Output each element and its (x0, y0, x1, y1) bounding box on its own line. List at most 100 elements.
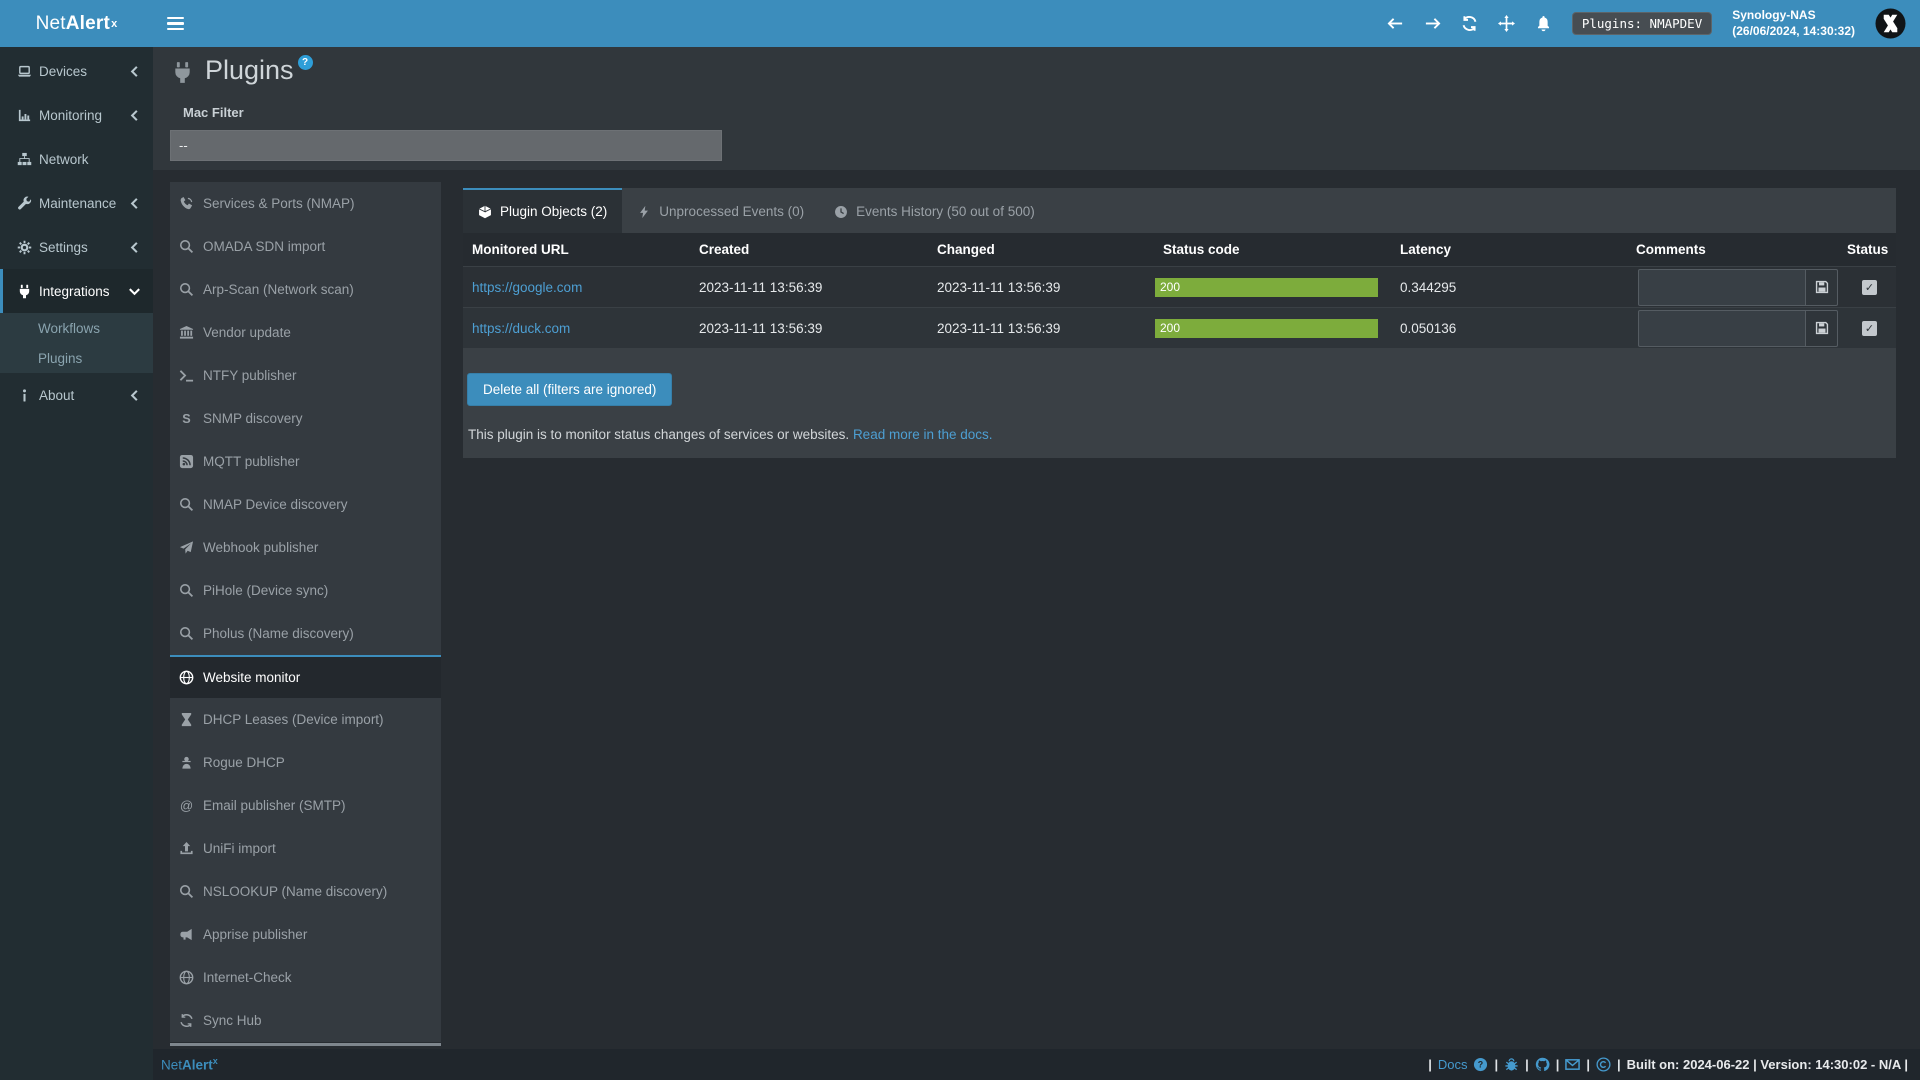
changed-cell: 2023-11-11 13:56:39 (928, 321, 1154, 336)
sidebar-subitem-plugins[interactable]: Plugins (0, 343, 153, 373)
plugin-list-item-mqtt-publisher[interactable]: MQTT publisher (170, 440, 441, 483)
build-info: Built on: 2024-06-22 | Version: 14:30:02… (1627, 1057, 1908, 1072)
user-avatar[interactable] (1875, 8, 1906, 39)
at-icon: @ (178, 798, 195, 813)
help-badge[interactable]: ? (298, 55, 313, 70)
plugin-list-item-webhook-publisher[interactable]: Webhook publisher (170, 526, 441, 569)
delete-all-button[interactable]: Delete all (filters are ignored) (467, 373, 672, 406)
plugin-list-item-nslookup-name-discovery[interactable]: NSLOOKUP (Name discovery) (170, 870, 441, 913)
status-checkbox[interactable]: ✓ (1862, 321, 1877, 336)
plugin-list-item-vendor-update[interactable]: Vendor update (170, 311, 441, 354)
logo-text: Net (36, 13, 66, 35)
copyright-icon[interactable] (1596, 1057, 1611, 1072)
github-icon[interactable] (1535, 1057, 1550, 1072)
save-comment-button[interactable] (1806, 310, 1838, 347)
envelope-icon[interactable] (1565, 1057, 1580, 1072)
plugin-item-label: UniFi import (203, 841, 276, 856)
search-icon (178, 239, 195, 254)
sidebar-item-integrations[interactable]: Integrations (0, 269, 153, 313)
plugin-list-item-website-monitor[interactable]: Website monitor (170, 655, 441, 698)
sidebar-item-network[interactable]: Network (0, 137, 153, 181)
globe-icon (178, 670, 195, 685)
plugin-list-scrollbar[interactable] (170, 1043, 441, 1046)
column-header-status: Status (1838, 242, 1896, 257)
running-plugin-badge[interactable]: Plugins: NMAPDEV (1572, 12, 1712, 35)
app-logo[interactable]: NetAlertx (0, 0, 153, 47)
chevron-left-icon (124, 108, 144, 123)
plugin-list-item-ntfy-publisher[interactable]: NTFY publisher (170, 354, 441, 397)
plugin-list-item-internet-check[interactable]: Internet-Check (170, 956, 441, 999)
latency-cell: 0.050136 (1391, 321, 1627, 336)
search-icon (178, 884, 195, 899)
plugin-list-item-pihole-device-sync[interactable]: PiHole (Device sync) (170, 569, 441, 612)
plugin-list-item-nmap-device-discovery[interactable]: NMAP Device discovery (170, 483, 441, 526)
top-navbar: NetAlertx Plugins: NMAPDEV Synology-NAS … (0, 0, 1920, 47)
status-code-cell: 200 (1154, 278, 1391, 297)
search-icon (178, 497, 195, 512)
plugin-item-label: MQTT publisher (203, 454, 300, 469)
plugin-list-item-sync-hub[interactable]: Sync Hub (170, 999, 441, 1042)
footer-docs-link[interactable]: Docs (1438, 1057, 1468, 1072)
sidebar-toggle-button[interactable] (153, 0, 197, 47)
monitored-url-link[interactable]: https://google.com (472, 280, 582, 295)
notifications-bell-icon[interactable] (1535, 15, 1552, 32)
footer-brand[interactable]: NetAlertx (161, 1056, 218, 1073)
changed-cell: 2023-11-11 13:56:39 (928, 280, 1154, 295)
sidebar-item-maintenance[interactable]: Maintenance (0, 181, 153, 225)
gear-icon (14, 240, 34, 255)
comment-input[interactable] (1638, 310, 1806, 347)
comment-input[interactable] (1638, 269, 1806, 306)
paper-plane-icon (178, 540, 195, 555)
sidebar-item-settings[interactable]: Settings (0, 225, 153, 269)
status-checkbox[interactable]: ✓ (1862, 280, 1877, 295)
search-icon (178, 583, 195, 598)
plugin-list-item-unifi-import[interactable]: UniFi import (170, 827, 441, 870)
plugin-list-item-arp-scan-network-scan[interactable]: Arp-Scan (Network scan) (170, 268, 441, 311)
sidebar-item-about[interactable]: About (0, 373, 153, 417)
sidebar-item-label: Devices (39, 64, 124, 79)
plugin-list-item-rogue-dhcp[interactable]: Rogue DHCP (170, 741, 441, 784)
column-header-status-code: Status code (1154, 242, 1391, 257)
phone-volume-icon (178, 196, 195, 211)
host-name: Synology-NAS (1732, 8, 1855, 24)
tab-unprocessed-events-0[interactable]: Unprocessed Events (0) (622, 188, 819, 233)
upload-icon (178, 841, 195, 856)
plugin-item-label: Website monitor (203, 670, 300, 685)
status-cell: ✓ (1838, 280, 1896, 295)
save-comment-button[interactable] (1806, 269, 1838, 306)
table-row: https://duck.com2023-11-11 13:56:392023-… (463, 307, 1896, 348)
mac-filter-input[interactable] (170, 130, 722, 161)
tab-events-history-50-out-of-500[interactable]: Events History (50 out of 500) (819, 188, 1050, 233)
plugin-list-item-snmp-discovery[interactable]: SSNMP discovery (170, 397, 441, 440)
sidebar-item-devices[interactable]: Devices (0, 49, 153, 93)
hourglass-icon (178, 712, 195, 727)
plugin-item-label: Webhook publisher (203, 540, 318, 555)
fullscreen-icon[interactable] (1498, 15, 1515, 32)
plugin-list-item-email-publisher-smtp[interactable]: @Email publisher (SMTP) (170, 784, 441, 827)
plugin-item-label: Internet-Check (203, 970, 292, 985)
sidebar-subitem-workflows[interactable]: Workflows (0, 313, 153, 343)
plugin-list-item-services-ports-nmap[interactable]: Services & Ports (NMAP) (170, 182, 441, 225)
docs-link[interactable]: Read more in the docs. (853, 427, 993, 442)
refresh-icon[interactable] (1461, 15, 1478, 32)
clock-icon (834, 205, 848, 219)
monitored-url-link[interactable]: https://duck.com (472, 321, 570, 336)
plugin-list-item-pholus-name-discovery[interactable]: Pholus (Name discovery) (170, 612, 441, 655)
chart-icon (14, 108, 34, 123)
plugin-list-item-apprise-publisher[interactable]: Apprise publisher (170, 913, 441, 956)
chevron-left-icon (124, 388, 144, 403)
page-title-text: Plugins (205, 55, 294, 86)
plugin-list-item-omada-sdn-import[interactable]: OMADA SDN import (170, 225, 441, 268)
comment-group (1638, 310, 1838, 347)
nav-back-icon[interactable] (1387, 15, 1404, 32)
tab-plugin-objects-2[interactable]: Plugin Objects (2) (463, 188, 622, 233)
globe-icon (178, 970, 195, 985)
question-circle-icon[interactable]: ? (1473, 1057, 1488, 1072)
nav-forward-icon[interactable] (1424, 15, 1441, 32)
description-text: This plugin is to monitor status changes… (468, 427, 849, 442)
tab-label: Unprocessed Events (0) (659, 204, 804, 219)
sidebar-item-monitoring[interactable]: Monitoring (0, 93, 153, 137)
bug-icon[interactable] (1504, 1057, 1519, 1072)
plugin-list-item-dhcp-leases-device-import[interactable]: DHCP Leases (Device import) (170, 698, 441, 741)
comments-cell (1627, 310, 1838, 347)
